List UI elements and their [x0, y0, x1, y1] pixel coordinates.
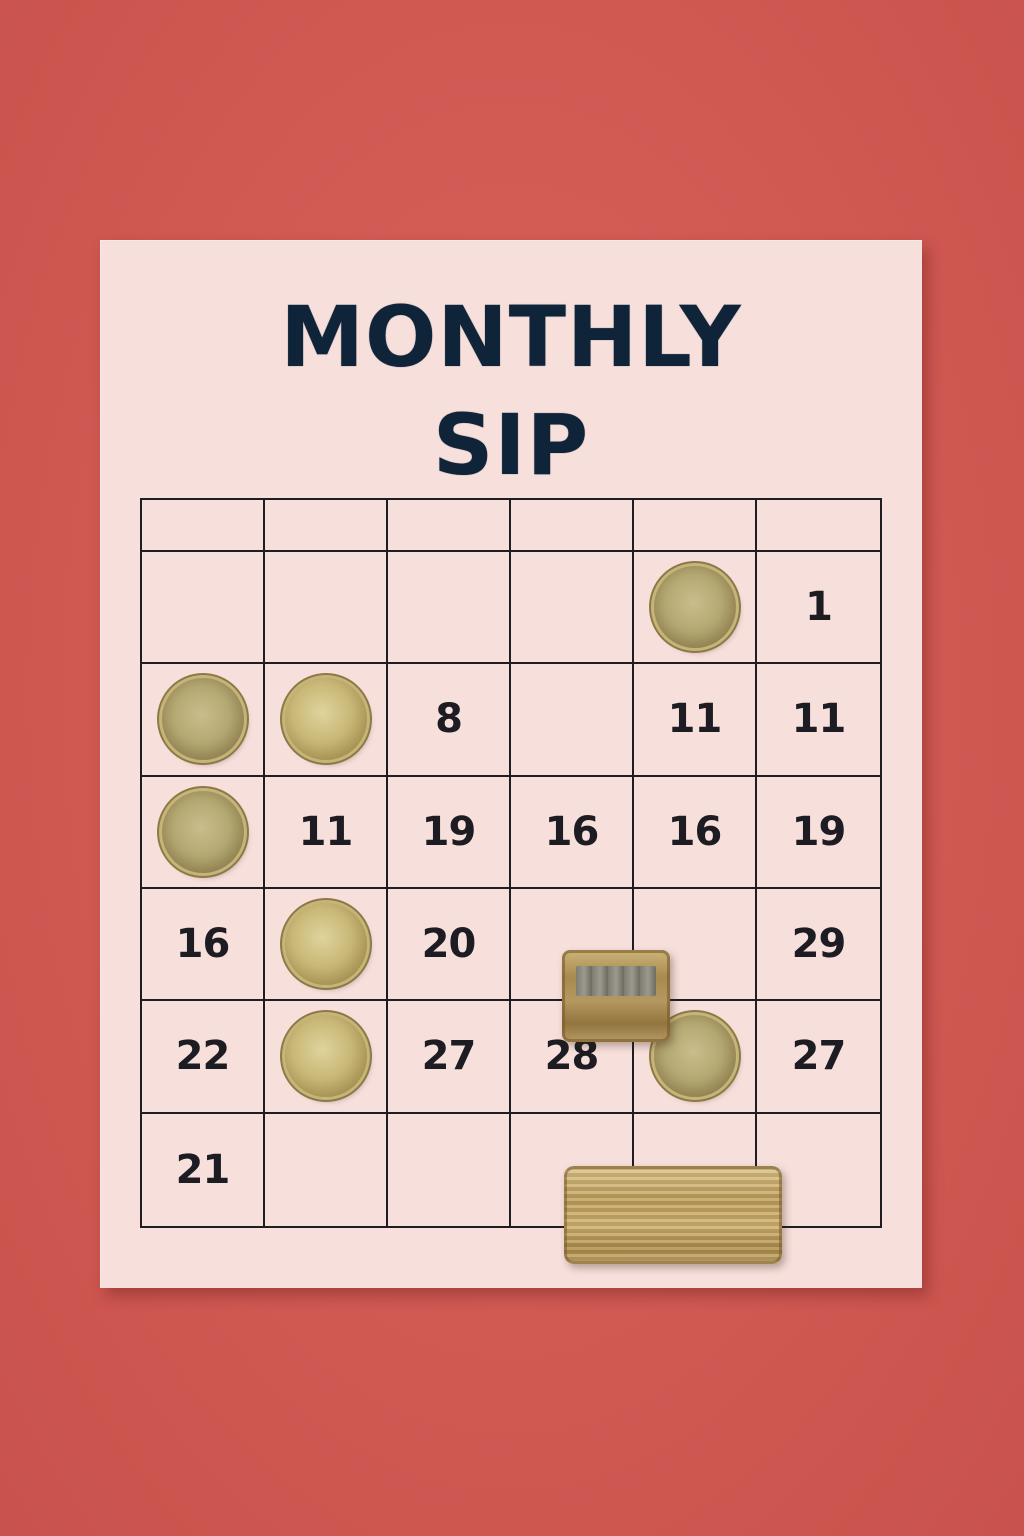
day-cell: 16 — [142, 889, 265, 1002]
day-cell — [634, 552, 757, 665]
day-number: 8 — [435, 696, 463, 743]
day-cell: 20 — [388, 889, 511, 1002]
header-cell — [757, 500, 880, 552]
day-cell: 11 — [757, 664, 880, 777]
day-number: 11 — [791, 696, 847, 743]
day-cell: 29 — [757, 889, 880, 1002]
day-cell — [142, 776, 265, 889]
day-cell: 22 — [142, 1001, 265, 1114]
gold-coin-icon — [284, 1015, 367, 1098]
day-number: 29 — [791, 921, 847, 968]
day-cell — [511, 552, 634, 665]
day-cell — [388, 1113, 511, 1226]
day-number: 16 — [667, 808, 723, 855]
gold-coin-icon — [284, 903, 367, 986]
day-number: 16 — [544, 808, 600, 855]
title-sip: SIP — [432, 396, 590, 494]
day-cell: 27 — [757, 1001, 880, 1114]
gold-coin-icon — [161, 790, 244, 873]
day-cell: 11 — [265, 776, 388, 889]
header-cell — [142, 500, 265, 552]
day-number: 11 — [298, 808, 354, 855]
day-number: 16 — [175, 921, 231, 968]
day-number: 27 — [791, 1033, 847, 1080]
header-cell — [388, 500, 511, 552]
day-cell — [265, 552, 388, 665]
day-cell: 27 — [388, 1001, 511, 1114]
day-number: 20 — [421, 921, 477, 968]
day-cell: 1 — [757, 552, 880, 665]
day-cell — [142, 552, 265, 665]
header-cell — [634, 500, 757, 552]
day-cell: 19 — [757, 777, 880, 889]
day-number: 21 — [175, 1146, 231, 1193]
day-cell — [511, 664, 634, 777]
gold-coin-icon — [653, 566, 736, 649]
gold-coin-icon — [161, 678, 244, 761]
day-cell — [265, 1113, 388, 1226]
day-number: 11 — [667, 696, 723, 743]
calendar-grid: 1 8 11 11 11 19 16 16 19 16 20 29 22 27 … — [140, 498, 882, 1264]
day-cell: 16 — [511, 776, 634, 889]
header-cell — [265, 500, 388, 552]
day-cell — [142, 664, 265, 777]
header-cell — [511, 500, 634, 552]
gold-coin-icon — [284, 678, 367, 761]
day-number: 19 — [791, 808, 847, 855]
calendar-board: MONTHLY SIP 1 8 11 11 11 19 16 16 19 16 … — [100, 240, 922, 1288]
day-cell — [265, 889, 388, 1002]
day-cell: 19 — [388, 776, 511, 889]
coin-roll-icon — [564, 1166, 782, 1264]
day-cell — [265, 664, 388, 777]
day-number: 27 — [421, 1033, 477, 1080]
title-monthly: MONTHLY — [280, 288, 742, 386]
day-number: 1 — [805, 584, 833, 631]
day-number: 22 — [175, 1033, 231, 1080]
day-cell: 8 — [388, 664, 511, 777]
coin-roll-icon — [562, 950, 670, 1042]
day-cell — [388, 552, 511, 665]
day-cell — [265, 1001, 388, 1114]
day-cell: 11 — [634, 664, 757, 777]
day-cell: 21 — [142, 1113, 265, 1226]
day-number: 19 — [421, 808, 477, 855]
day-cell: 16 — [634, 776, 757, 889]
